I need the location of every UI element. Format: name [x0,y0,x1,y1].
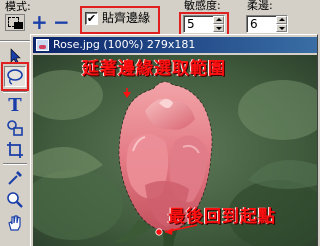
text-tool-icon[interactable]: T [4,95,26,116]
toolbox: T [0,42,30,246]
shape-tool-icon[interactable] [4,117,26,138]
snap-to-edge-label[interactable]: 貼齊邊緣 [102,11,150,25]
subtract-selection-icon[interactable]: − [53,11,70,33]
add-selection-icon[interactable]: + [31,11,48,33]
image-window-title: Rose.jpg (100%) 279x181 [53,38,196,51]
sensitivity-spinner[interactable]: 5 [183,15,225,33]
annotation-return-to-start: 最後回到起點 [168,207,276,227]
sensitivity-down-arrow-icon[interactable] [213,24,224,32]
eyedropper-tool-icon[interactable] [4,167,26,188]
mode-label: 模式: [5,0,31,13]
softness-up-arrow-icon[interactable] [276,16,287,24]
image-window-title-bar[interactable]: Rose.jpg (100%) 279x181 [33,37,317,53]
softness-label: 柔邊: [247,0,273,12]
image-document-icon [36,39,49,51]
sensitivity-up-arrow-icon[interactable] [213,16,224,24]
zoom-tool-icon[interactable] [4,189,26,210]
sensitivity-value[interactable]: 5 [187,17,195,31]
annotation-select-along-edge: 延著邊緣選取範圍 [82,59,226,79]
crop-tool-icon[interactable] [4,139,26,160]
lasso-tool-icon[interactable] [4,66,26,87]
toolbox-divider [3,91,27,93]
softness-value[interactable]: 6 [250,17,258,31]
hand-tool-icon[interactable] [4,212,26,233]
toolbox-divider [3,163,27,165]
snap-to-edge-checkbox[interactable]: ✔ [85,12,98,25]
softness-spinner[interactable]: 6 [246,15,288,33]
softness-down-arrow-icon[interactable] [276,24,287,32]
new-selection-icon[interactable] [5,14,25,31]
sensitivity-label: 敏感度: [184,0,221,12]
